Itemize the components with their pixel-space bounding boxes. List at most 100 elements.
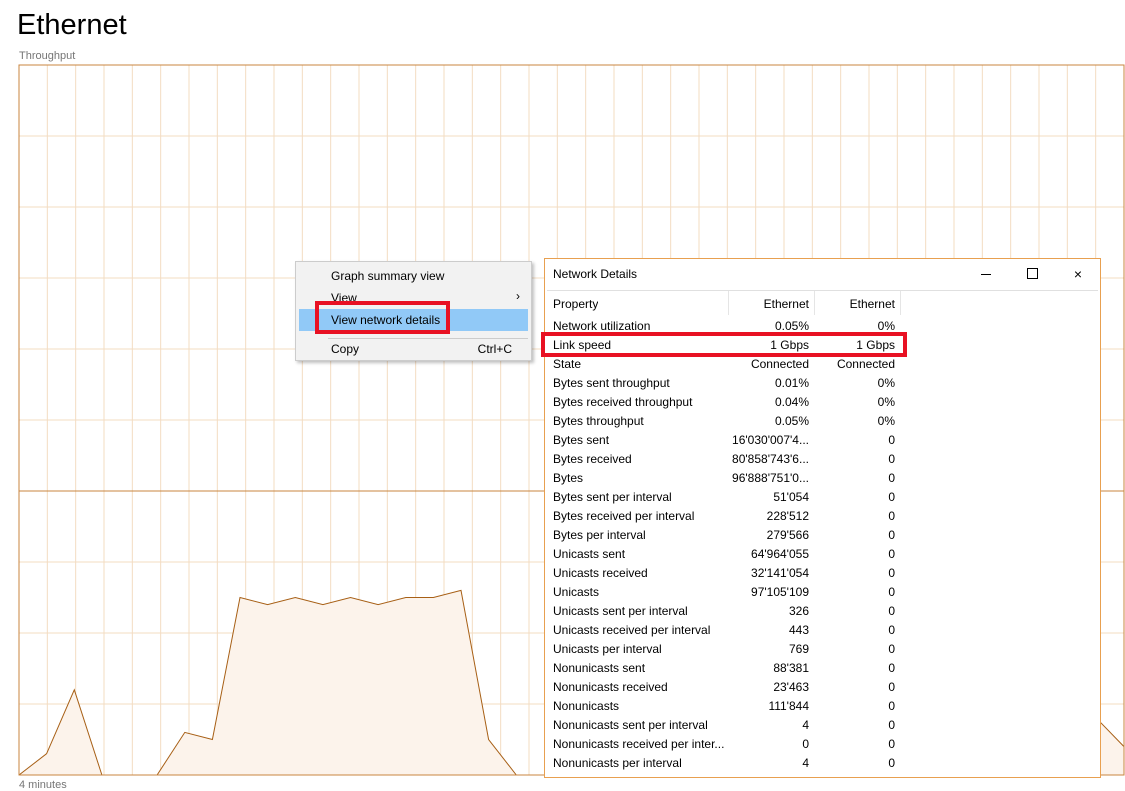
row-value-ethernet-1: 0.04% xyxy=(774,395,809,409)
row-property: Bytes throughput xyxy=(553,414,644,428)
row-property: Nonunicasts received xyxy=(553,680,668,694)
row-value-ethernet-2: 0 xyxy=(888,490,895,504)
table-row[interactable]: Bytes sent per interval 51'054 0 xyxy=(547,488,1098,507)
row-value-ethernet-2: 0 xyxy=(888,718,895,732)
row-property: Nonunicasts per interval xyxy=(553,756,682,770)
row-value-ethernet-2: 0 xyxy=(888,433,895,447)
table-row[interactable]: Nonunicasts sent 88'381 0 xyxy=(547,659,1098,678)
row-value-ethernet-1: 4 xyxy=(802,756,809,770)
row-property: Link speed xyxy=(553,338,612,352)
chevron-right-icon: › xyxy=(516,289,520,303)
row-property: Unicasts sent xyxy=(553,547,626,561)
row-value-ethernet-2: 0 xyxy=(888,528,895,542)
table-row[interactable]: Bytes received 80'858'743'6... 0 xyxy=(547,450,1098,469)
row-property: Unicasts per interval xyxy=(553,642,662,656)
row-value-ethernet-2: 0 xyxy=(888,680,895,694)
row-value-ethernet-1: 80'858'743'6... xyxy=(732,452,809,466)
row-value-ethernet-2: 0 xyxy=(888,661,895,675)
table-row[interactable]: Bytes received throughput 0.04% 0% xyxy=(547,393,1098,412)
minimize-icon[interactable] xyxy=(963,259,1009,289)
table-row[interactable]: Unicasts sent per interval 326 0 xyxy=(547,602,1098,621)
menu-item-copy[interactable]: Copy Ctrl+C xyxy=(299,338,528,360)
row-value-ethernet-1: 1 Gbps xyxy=(770,338,809,352)
row-value-ethernet-2: 0 xyxy=(888,566,895,580)
row-value-ethernet-2: 0 xyxy=(888,642,895,656)
table-row[interactable]: Bytes throughput 0.05% 0% xyxy=(547,412,1098,431)
close-icon[interactable]: × xyxy=(1055,259,1100,289)
row-value-ethernet-1: 88'381 xyxy=(773,661,809,675)
row-value-ethernet-2: 0 xyxy=(888,509,895,523)
row-value-ethernet-2: 0 xyxy=(888,585,895,599)
row-value-ethernet-1: 0.01% xyxy=(774,376,809,390)
row-value-ethernet-1: 64'964'055 xyxy=(751,547,809,561)
column-header-property[interactable]: Property xyxy=(547,291,729,315)
row-property: Bytes received per interval xyxy=(553,509,695,523)
table-row[interactable]: Nonunicasts received 23'463 0 xyxy=(547,678,1098,697)
table-row[interactable]: State Connected Connected xyxy=(547,355,1098,374)
row-value-ethernet-1: 16'030'007'4... xyxy=(732,433,809,447)
menu-item-view-network-details[interactable]: View network details xyxy=(299,309,528,331)
table-row[interactable]: Unicasts 97'105'109 0 xyxy=(547,583,1098,602)
window-titlebar[interactable]: Network Details × xyxy=(545,259,1100,289)
row-property: Unicasts received xyxy=(553,566,648,580)
row-value-ethernet-1: 32'141'054 xyxy=(751,566,809,580)
column-header-ethernet-2[interactable]: Ethernet xyxy=(815,291,901,315)
row-property: Nonunicasts sent per interval xyxy=(553,718,708,732)
table-row[interactable]: Unicasts received per interval 443 0 xyxy=(547,621,1098,640)
row-value-ethernet-1: 111'844 xyxy=(768,699,809,713)
column-header-label: Property xyxy=(553,297,599,311)
table-row[interactable]: Bytes sent 16'030'007'4... 0 xyxy=(547,431,1098,450)
menu-item-label: View xyxy=(331,291,357,305)
row-property: Unicasts sent per interval xyxy=(553,604,688,618)
row-property: Bytes per interval xyxy=(553,528,646,542)
row-value-ethernet-2: 0 xyxy=(888,452,895,466)
table-row[interactable]: Link speed 1 Gbps 1 Gbps xyxy=(547,336,1098,355)
row-value-ethernet-1: 769 xyxy=(788,642,809,656)
context-menu: Graph summary view View › View network d… xyxy=(295,261,532,361)
row-value-ethernet-1: 96'888'751'0... xyxy=(732,471,809,485)
table-row[interactable]: Unicasts per interval 769 0 xyxy=(547,640,1098,659)
table-row[interactable]: Nonunicasts 111'844 0 xyxy=(547,697,1098,716)
row-value-ethernet-2: 0 xyxy=(888,756,895,770)
row-value-ethernet-2: 0 xyxy=(888,547,895,561)
row-value-ethernet-2: 0% xyxy=(877,414,895,428)
table-row[interactable]: Nonunicasts sent per interval 4 0 xyxy=(547,716,1098,735)
row-value-ethernet-1: 326 xyxy=(788,604,809,618)
row-property: Network utilization xyxy=(553,319,651,333)
row-value-ethernet-1: 443 xyxy=(788,623,809,637)
table-row[interactable]: Unicasts sent 64'964'055 0 xyxy=(547,545,1098,564)
window-title: Network Details xyxy=(553,267,638,281)
table-row[interactable]: Unicasts received 32'141'054 0 xyxy=(547,564,1098,583)
column-header-ethernet-1[interactable]: Ethernet xyxy=(729,291,815,315)
row-value-ethernet-1: Connected xyxy=(750,357,809,371)
table-row[interactable]: Bytes per interval 279'566 0 xyxy=(547,526,1098,545)
row-value-ethernet-1: 0.05% xyxy=(774,414,809,428)
row-value-ethernet-2: Connected xyxy=(836,357,895,371)
table-row[interactable]: Bytes 96'888'751'0... 0 xyxy=(547,469,1098,488)
row-value-ethernet-2: 0 xyxy=(888,737,895,751)
row-value-ethernet-2: 0 xyxy=(888,604,895,618)
row-property: Unicasts xyxy=(553,585,600,599)
table-row[interactable]: Nonunicasts received per inter... 0 0 xyxy=(547,735,1098,754)
maximize-icon[interactable] xyxy=(1009,259,1055,289)
table-row[interactable]: Bytes sent throughput 0.01% 0% xyxy=(547,374,1098,393)
column-header-label: Ethernet xyxy=(849,297,895,311)
row-property: Bytes sent per interval xyxy=(553,490,672,504)
row-value-ethernet-1: 0 xyxy=(802,737,809,751)
table-row[interactable]: Nonunicasts per interval 4 0 xyxy=(547,754,1098,773)
row-property: Nonunicasts sent xyxy=(553,661,646,675)
menu-item-graph-summary-view[interactable]: Graph summary view xyxy=(299,265,528,287)
row-property: Bytes sent throughput xyxy=(553,376,670,390)
row-value-ethernet-1: 4 xyxy=(802,718,809,732)
network-details-list[interactable]: Property Ethernet Ethernet Network utili… xyxy=(547,290,1098,777)
menu-item-view[interactable]: View › xyxy=(299,287,528,309)
row-value-ethernet-1: 279'566 xyxy=(766,528,809,542)
row-value-ethernet-1: 23'463 xyxy=(773,680,809,694)
row-value-ethernet-1: 228'512 xyxy=(766,509,809,523)
row-value-ethernet-2: 0 xyxy=(888,699,895,713)
row-property: Unicasts received per interval xyxy=(553,623,711,637)
table-row[interactable]: Network utilization 0.05% 0% xyxy=(547,317,1098,336)
row-property: State xyxy=(553,357,582,371)
table-row[interactable]: Bytes received per interval 228'512 0 xyxy=(547,507,1098,526)
row-property: Nonunicasts received per inter... xyxy=(553,737,725,751)
